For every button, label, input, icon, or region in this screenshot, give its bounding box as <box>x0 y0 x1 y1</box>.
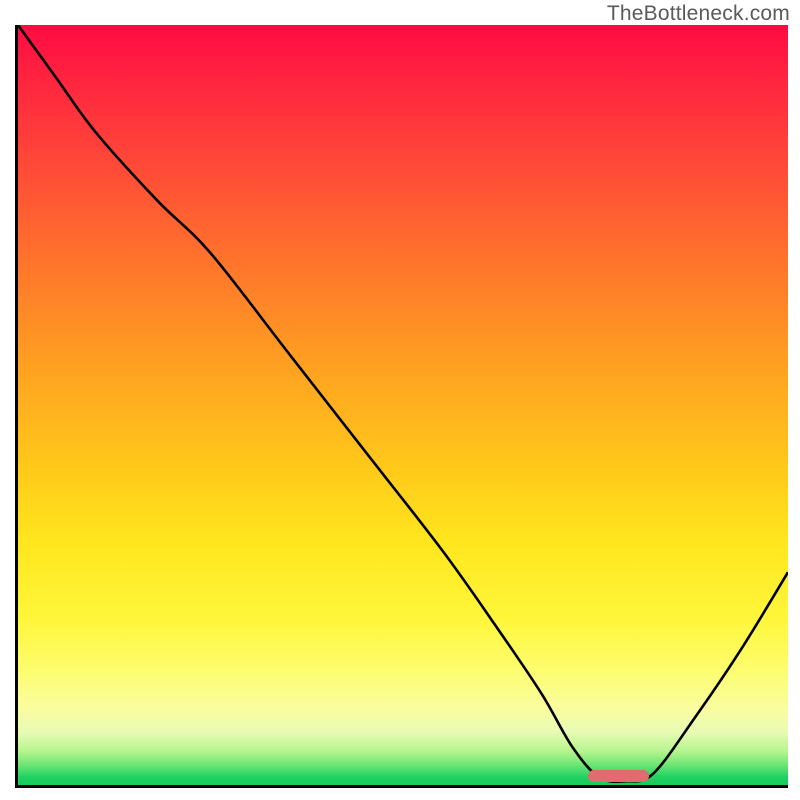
optimal-range-marker <box>588 770 650 782</box>
bottleneck-curve <box>18 25 788 785</box>
chart-container: TheBottleneck.com <box>0 0 800 800</box>
watermark-label: TheBottleneck.com <box>607 2 790 26</box>
curve-path <box>18 25 788 782</box>
plot-area <box>15 25 788 788</box>
